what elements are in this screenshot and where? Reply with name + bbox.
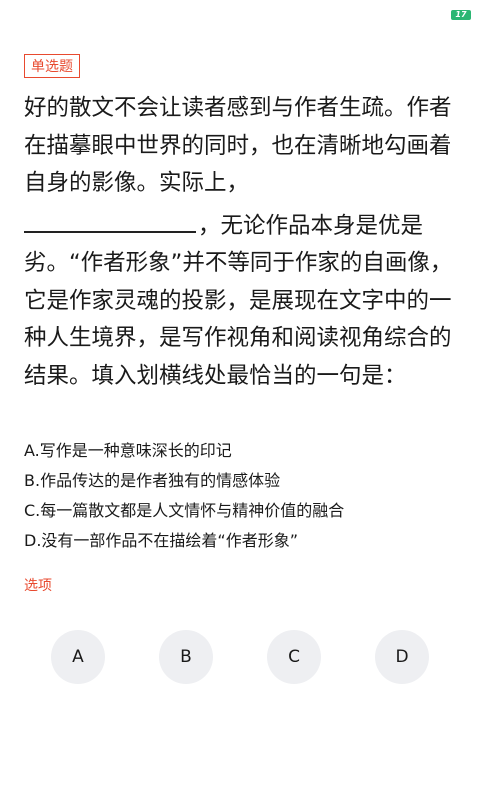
answer-blank xyxy=(24,203,196,233)
option-c[interactable]: C.每一篇散文都是人文情怀与精神价值的融合 xyxy=(24,496,464,526)
battery-icon: 17 xyxy=(451,10,471,20)
status-bar: 17 xyxy=(0,0,480,28)
answer-button-a[interactable]: A xyxy=(51,630,105,684)
answer-button-d[interactable]: D xyxy=(375,630,429,684)
question-text: 好的散文不会让读者感到与作者生疏。作者在描摹眼中世界的同时，也在清晰地勾画着自身… xyxy=(24,90,456,395)
question-text-before-blank: 好的散文不会让读者感到与作者生疏。作者在描摹眼中世界的同时，也在清晰地勾画着自身… xyxy=(24,95,452,196)
question-text-after-blank: ，无论作品本身是优是劣。“作者形象”并不等同于作家的自画像，它是作家灵魂的投影，… xyxy=(24,212,453,389)
option-a[interactable]: A.写作是一种意味深长的印记 xyxy=(24,436,464,466)
option-b[interactable]: B.作品传达的是作者独有的情感体验 xyxy=(24,466,464,496)
question-type-tag: 单选题 xyxy=(24,54,80,78)
answer-section-label: 选项 xyxy=(24,578,52,594)
answer-button-c[interactable]: C xyxy=(267,630,321,684)
option-list: A.写作是一种意味深长的印记 B.作品传达的是作者独有的情感体验 C.每一篇散文… xyxy=(24,436,464,556)
answer-button-b[interactable]: B xyxy=(159,630,213,684)
option-d[interactable]: D.没有一部作品不在描绘着“作者形象” xyxy=(24,526,464,556)
